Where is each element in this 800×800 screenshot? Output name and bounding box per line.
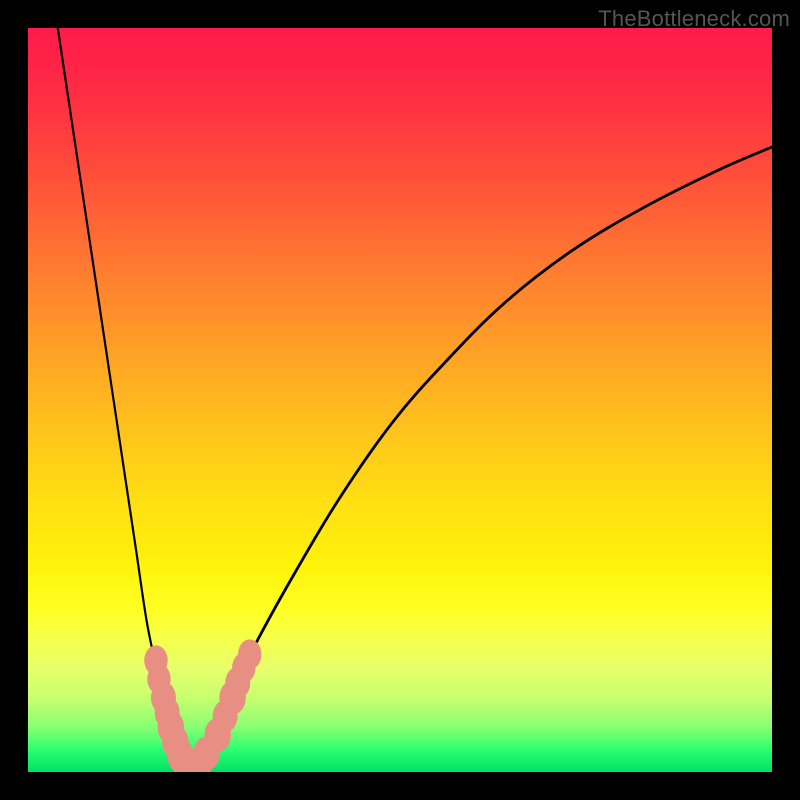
curve-right-branch bbox=[192, 147, 772, 772]
data-marker bbox=[238, 639, 261, 669]
chart-svg bbox=[28, 28, 772, 772]
marker-group bbox=[144, 639, 261, 772]
watermark-text: TheBottleneck.com bbox=[598, 6, 790, 32]
curve-left-branch bbox=[58, 28, 192, 772]
